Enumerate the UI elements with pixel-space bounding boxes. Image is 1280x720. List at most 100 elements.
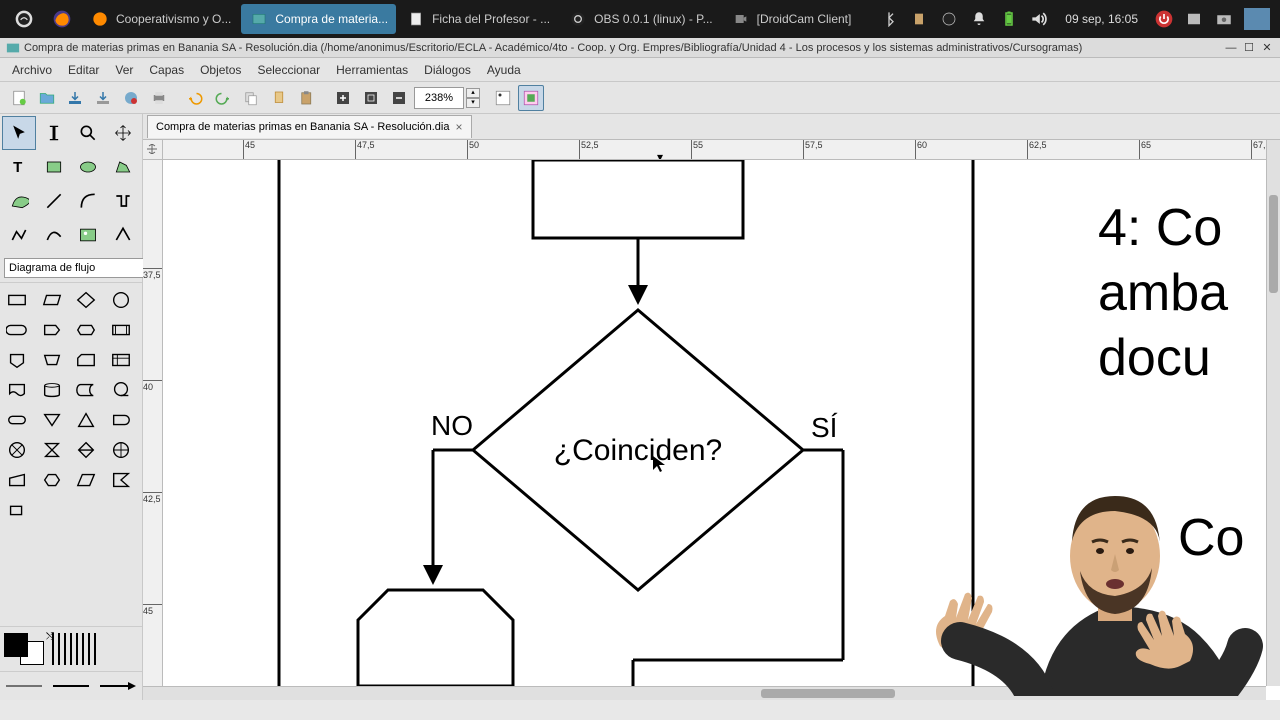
clock[interactable]: 09 sep, 16:05 [1059, 12, 1144, 26]
taskbar-tab-5[interactable]: [DroidCam Client] [723, 4, 860, 34]
close-button[interactable]: ✕ [1260, 41, 1274, 55]
shape-decision[interactable] [71, 285, 101, 315]
obs-tray-icon[interactable] [939, 9, 959, 29]
bell-icon[interactable] [969, 9, 989, 29]
tab-close-button[interactable]: × [455, 120, 462, 134]
volume-icon[interactable] [1029, 9, 1049, 29]
camera-icon[interactable] [1214, 9, 1234, 29]
menu-ayuda[interactable]: Ayuda [479, 60, 529, 80]
arc-tool[interactable] [71, 184, 105, 218]
taskbar-tab-4[interactable]: OBS 0.0.1 (linux) - P... [560, 4, 721, 34]
text-tool[interactable]: T [2, 150, 36, 184]
horizontal-ruler[interactable]: 45 47,5 50 52,5 55 57,5 60 62,5 65 67,5 … [163, 140, 1266, 160]
shape-offpage[interactable] [2, 345, 32, 375]
files-icon[interactable] [1184, 9, 1204, 29]
horizontal-scrollbar[interactable] [143, 686, 1266, 700]
zoom-in-button[interactable] [330, 85, 356, 111]
save-as-button[interactable] [90, 85, 116, 111]
ellipse-tool[interactable] [71, 150, 105, 184]
polyline-tool[interactable] [2, 218, 36, 252]
cut-button[interactable] [266, 85, 292, 111]
save-button[interactable] [62, 85, 88, 111]
vertical-scrollbar[interactable] [1266, 140, 1280, 686]
shape-tape[interactable] [106, 375, 136, 405]
shape-disk[interactable] [37, 375, 67, 405]
shape-internal[interactable] [106, 345, 136, 375]
shape-sumjunction[interactable] [2, 435, 32, 465]
magnify-tool[interactable] [71, 116, 105, 150]
arrow-style-selector[interactable] [98, 676, 138, 696]
menu-dialogos[interactable]: Diálogos [416, 60, 479, 80]
menu-editar[interactable]: Editar [60, 60, 107, 80]
menu-ver[interactable]: Ver [107, 60, 141, 80]
minimize-button[interactable]: — [1224, 41, 1238, 55]
pointer-tool[interactable] [2, 116, 36, 150]
undo-button[interactable] [182, 85, 208, 111]
shape-loop[interactable] [37, 465, 67, 495]
show-desktop-icon[interactable] [1244, 8, 1270, 30]
swap-colors-icon[interactable]: ⤭ [46, 631, 54, 642]
shape-manual-op[interactable] [37, 345, 67, 375]
shape-stored[interactable] [71, 375, 101, 405]
snap-object-button[interactable] [518, 85, 544, 111]
shape-data[interactable] [71, 465, 101, 495]
line-width-selector[interactable] [4, 676, 44, 696]
shape-document[interactable] [2, 375, 32, 405]
shape-delay[interactable] [106, 405, 136, 435]
shape-terminal[interactable] [2, 405, 32, 435]
shape-card[interactable] [71, 345, 101, 375]
line-tool[interactable] [37, 184, 71, 218]
copy-button[interactable] [238, 85, 264, 111]
outline-tool[interactable] [106, 218, 140, 252]
taskbar-tab-1[interactable]: Cooperativismo y O... [82, 4, 239, 34]
zoom-fit-button[interactable] [358, 85, 384, 111]
image-tool[interactable] [71, 218, 105, 252]
print-button[interactable] [146, 85, 172, 111]
new-button[interactable] [6, 85, 32, 111]
shape-collate[interactable] [37, 435, 67, 465]
line-style-selector[interactable] [51, 676, 91, 696]
text-edit-tool[interactable] [37, 116, 71, 150]
vertical-ruler[interactable]: 37,5 40 42,5 45 [143, 160, 163, 686]
polygon-tool[interactable] [106, 150, 140, 184]
menu-archivo[interactable]: Archivo [4, 60, 60, 80]
zoom-spinner[interactable]: ▴▾ [466, 88, 480, 108]
export-button[interactable] [118, 85, 144, 111]
color-swatch[interactable]: ⤭ [4, 633, 44, 665]
shape-rect-small[interactable] [2, 495, 32, 525]
shape-transport[interactable] [37, 315, 67, 345]
app-menu-button[interactable] [6, 4, 42, 34]
sheet-selector[interactable] [4, 258, 156, 278]
ruler-origin[interactable] [143, 140, 163, 160]
menu-capas[interactable]: Capas [141, 60, 192, 80]
shape-parallelogram[interactable] [37, 285, 67, 315]
shape-merge[interactable] [37, 405, 67, 435]
shape-process[interactable] [2, 285, 32, 315]
shape-or[interactable] [106, 435, 136, 465]
open-button[interactable] [34, 85, 60, 111]
paste-button[interactable] [294, 85, 320, 111]
shape-display[interactable] [2, 315, 32, 345]
shape-manual-input[interactable] [2, 465, 32, 495]
bezier-tool[interactable] [2, 184, 36, 218]
battery-icon[interactable] [999, 9, 1019, 29]
clipboard-icon[interactable] [909, 9, 929, 29]
pattern-selector[interactable] [52, 633, 100, 665]
shape-predefined[interactable] [106, 315, 136, 345]
menu-herramientas[interactable]: Herramientas [328, 60, 416, 80]
taskbar-firefox[interactable] [44, 4, 80, 34]
box-tool[interactable] [37, 150, 71, 184]
redo-button[interactable] [210, 85, 236, 111]
shape-sort[interactable] [71, 435, 101, 465]
bezierline-tool[interactable] [37, 218, 71, 252]
taskbar-tab-2[interactable]: Compra de materia... [241, 4, 396, 34]
document-tab[interactable]: Compra de materias primas en Banania SA … [147, 115, 472, 138]
shape-preparation[interactable] [71, 315, 101, 345]
menu-objetos[interactable]: Objetos [192, 60, 249, 80]
maximize-button[interactable]: ☐ [1242, 41, 1256, 55]
menu-seleccionar[interactable]: Seleccionar [249, 60, 328, 80]
zoom-out-button[interactable] [386, 85, 412, 111]
power-icon[interactable] [1154, 9, 1174, 29]
scroll-tool[interactable] [106, 116, 140, 150]
diagram-canvas[interactable]: ¿Coinciden? NO SÍ 4: Co amba docu [163, 160, 1266, 686]
